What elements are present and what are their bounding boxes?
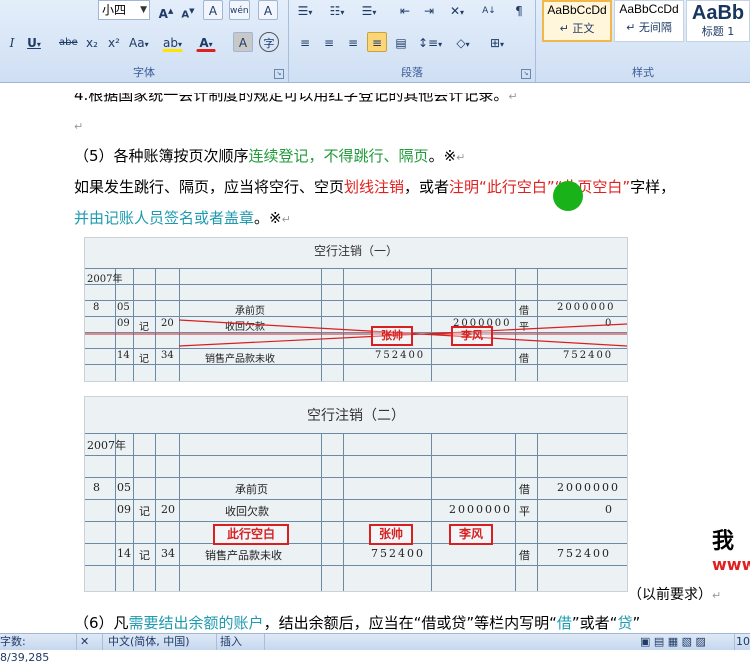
decrease-indent-button[interactable]: ⇤ xyxy=(395,0,415,20)
character-border-button[interactable]: A xyxy=(258,0,278,20)
borders-button[interactable]: ⊞▾ xyxy=(487,32,507,52)
underline-button[interactable]: U▾ xyxy=(24,32,44,52)
document-area[interactable]: 4.根据国家统一会计制度的规定可以用红字登记的其他会计记录。↵ ↵ （5）各种账… xyxy=(0,83,750,633)
styles-group: AaBbCcDd ↵ 正文 AaBbCcDd ↵ 无间隔 AaBb 标题 1 样… xyxy=(536,0,750,82)
signature-stamp: 张帅 xyxy=(371,326,413,346)
doc-line: （5）各种账簿按页次顺序连续登记，不得跳行、隔页。※↵ xyxy=(74,147,466,165)
subscript-button[interactable]: x₂ xyxy=(82,32,102,52)
paragraph-mark-icon: ↵ xyxy=(74,120,84,133)
paragraph-group: ☰▾ ☷▾ ☰▾ ⇤ ⇥ ✕▾ A↓ ¶ ≡ ≡ ≡ ≡ ▤ ↕≡▾ ◇▾ ⊞▾… xyxy=(289,0,536,82)
style-tile-normal[interactable]: AaBbCcDd ↵ 正文 xyxy=(542,0,612,42)
ledger-title: 空行注销（二） xyxy=(307,408,405,424)
numbering-button[interactable]: ☷▾ xyxy=(327,0,347,20)
doc-line: （6）凡需要结出余额的账户，结出余额后，应当在“借或贷”等栏内写明“借”或者“贷… xyxy=(74,614,641,632)
shrink-font-button[interactable]: A▼ xyxy=(178,0,198,20)
mouse-cursor-highlight xyxy=(553,181,583,211)
language-indicator[interactable]: 中文(简体, 中国) xyxy=(104,634,217,650)
ribbon: 小四 ▼ A▲ A▼ A wén A I U▾ abe x₂ x² Aa▾ ab… xyxy=(0,0,750,83)
paragraph-mark-icon: ↵ xyxy=(281,213,291,226)
insert-mode-indicator[interactable]: 插入 xyxy=(216,634,265,650)
ledger-year: 2007年 xyxy=(87,439,126,452)
sort-button[interactable]: A↓ xyxy=(479,0,499,20)
increase-indent-button[interactable]: ⇥ xyxy=(419,0,439,20)
signature-stamp: 李风 xyxy=(449,524,493,545)
highlight-button[interactable]: ab▾ xyxy=(162,32,183,52)
change-case-button[interactable]: Aa▾ xyxy=(128,32,150,52)
bullets-button[interactable]: ☰▾ xyxy=(295,0,315,20)
line-spacing-button[interactable]: ↕≡▾ xyxy=(417,32,443,52)
caption-previous-requirement: （以前要求）↵ xyxy=(628,587,722,603)
signature-stamp: 张帅 xyxy=(369,524,413,545)
status-bar: 字数: 8/39,285 ✕ 中文(简体, 中国) 插入 ▣ ▤ ▦ ▧ ▨ 1… xyxy=(0,633,750,664)
enclose-characters-button[interactable]: 字 xyxy=(259,32,279,52)
blank-line-stamp: 此行空白 xyxy=(213,524,289,545)
site-watermark: 我 xyxy=(712,528,735,554)
grow-font-button[interactable]: A▲ xyxy=(156,0,176,21)
site-watermark: www xyxy=(712,555,750,574)
proofing-icon[interactable]: ✕ xyxy=(76,634,103,650)
view-buttons[interactable]: ▣ ▤ ▦ ▧ ▨ xyxy=(636,634,735,650)
shading-button[interactable]: ◇▾ xyxy=(453,32,473,52)
distributed-button[interactable]: ▤ xyxy=(391,32,411,52)
italic-button[interactable]: I xyxy=(2,32,22,52)
word-count[interactable]: 字数: 8/39,285 xyxy=(0,634,77,664)
doc-line: 4.根据国家统一会计制度的规定可以用红字登记的其他会计记录。↵ xyxy=(74,86,518,104)
justify-button[interactable]: ≡ xyxy=(367,32,387,52)
font-size-value: 小四 xyxy=(102,3,127,17)
cancel-lines xyxy=(85,319,627,347)
strikethrough-button[interactable]: abe xyxy=(58,32,79,52)
character-shading-button[interactable]: A xyxy=(233,32,253,52)
font-group: 小四 ▼ A▲ A▼ A wén A I U▾ abe x₂ x² Aa▾ ab… xyxy=(0,0,289,82)
paragraph-mark-icon: ↵ xyxy=(508,90,518,103)
align-right-button[interactable]: ≡ xyxy=(343,32,363,52)
dialog-launcher-icon[interactable]: ↘ xyxy=(521,69,531,79)
paragraph-group-label: 段落 xyxy=(401,66,423,79)
chevron-down-icon[interactable]: ▼ xyxy=(140,1,147,19)
ledger-image-2: 空行注销（二） 2007年 8 05 承前页 借 2000000 09 记 20… xyxy=(84,396,628,592)
doc-line: 并由记账人员签名或者盖章。※↵ xyxy=(74,209,291,227)
show-formatting-button[interactable]: ¶ xyxy=(509,0,529,20)
superscript-button[interactable]: x² xyxy=(104,32,124,52)
font-color-button[interactable]: A▾ xyxy=(196,32,216,52)
ledger-image-1: 空行注销（一） 2007年 8 05 承前页 借 2000000 09 记 20… xyxy=(84,237,628,382)
style-tile-no-spacing[interactable]: AaBbCcDd ↵ 无间隔 xyxy=(614,0,684,42)
signature-stamp: 李风 xyxy=(451,326,493,346)
styles-group-label: 样式 xyxy=(632,66,654,79)
font-group-label: 字体 xyxy=(133,66,155,79)
multilevel-list-button[interactable]: ☰▾ xyxy=(359,0,379,20)
align-left-button[interactable]: ≡ xyxy=(295,32,315,52)
center-button[interactable]: ≡ xyxy=(319,32,339,52)
dialog-launcher-icon[interactable]: ↘ xyxy=(274,69,284,79)
phonetic-guide-button[interactable]: wén xyxy=(229,0,250,20)
style-tile-heading-1[interactable]: AaBb 标题 1 xyxy=(686,0,750,42)
doc-line: 如果发生跳行、隔页，应当将空行、空页划线注销，或者注明“此行空白”“此页空白”字… xyxy=(74,178,676,196)
empty-paragraph: ↵ xyxy=(74,115,83,137)
paragraph-mark-icon: ↵ xyxy=(712,589,722,602)
asian-layout-button[interactable]: ✕▾ xyxy=(447,0,467,20)
font-size-combo[interactable]: 小四 ▼ xyxy=(98,0,150,20)
paragraph-mark-icon: ↵ xyxy=(456,151,466,164)
zoom-level[interactable]: 10 xyxy=(732,634,750,650)
clear-format-button[interactable]: A xyxy=(203,0,223,20)
